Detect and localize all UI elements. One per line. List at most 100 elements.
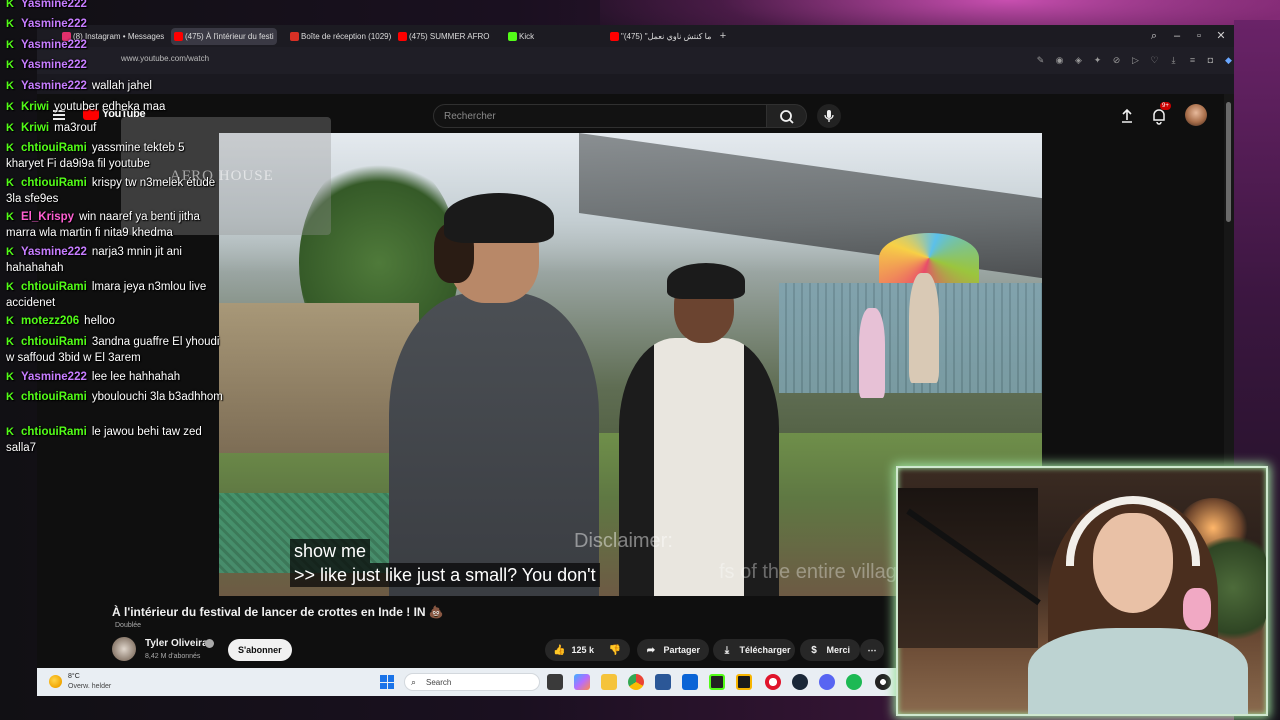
chat-username[interactable]: Yasmine222 <box>21 59 87 71</box>
minimize-icon[interactable]: – <box>1169 28 1185 44</box>
capcut-icon[interactable] <box>736 674 752 690</box>
tab-youtube-arabic[interactable]: "ما كنتش ناوي نعمل" (475) <box>607 28 715 45</box>
search-input[interactable]: Rechercher <box>433 104 767 128</box>
thanks-button[interactable]: $ Merci <box>800 639 860 661</box>
video-title: À l'intérieur du festival de lancer de c… <box>112 605 444 619</box>
chat-username[interactable]: El_Krispy <box>21 211 74 223</box>
subscribe-button[interactable]: S'abonner <box>228 639 292 661</box>
chat-username[interactable]: Kriwi <box>21 101 49 113</box>
chat-username[interactable]: chtiouiRami <box>21 391 87 403</box>
chat-username[interactable]: chtiouiRami <box>21 281 87 293</box>
chat-message: KchtiouiRami yassmine tekteb 5 kharyet Fi… <box>6 140 224 172</box>
kick-badge-icon: K <box>6 101 14 113</box>
kick-app-icon[interactable] <box>709 674 725 690</box>
like-count[interactable]: 125 k <box>572 645 595 655</box>
thumbs-down-icon[interactable]: 👎 <box>609 640 621 662</box>
heart-icon[interactable]: ♡ <box>1149 55 1160 66</box>
task-view-icon[interactable] <box>547 674 563 690</box>
maximize-icon[interactable]: ▫ <box>1191 28 1207 44</box>
thumbs-up-icon[interactable]: 👍 <box>553 640 565 662</box>
chat-message: K Yasmine222 narja3 mnin jit ani hahahahah <box>6 244 224 276</box>
chat-message: Kmotezz206 helloo <box>6 313 224 329</box>
chat-username[interactable]: Yasmine222 <box>21 371 87 383</box>
vpn-icon[interactable]: ◆ <box>1223 55 1234 66</box>
search-tabs-icon[interactable]: ⌕ <box>1146 28 1162 44</box>
file-explorer-icon[interactable] <box>601 674 617 690</box>
subscriber-count: 8,42 M d'abonnés <box>145 653 201 660</box>
tab-youtube-afro[interactable]: (475) SUMMER AFRO <box>395 28 497 45</box>
webcam-shelf <box>898 488 1038 648</box>
video-scene-man-cap <box>389 163 599 596</box>
account-avatar[interactable] <box>1185 104 1207 126</box>
channel-name[interactable]: Tyler Oliveira <box>145 638 208 649</box>
video-scene-girl <box>859 308 885 398</box>
kick-badge-icon: K <box>6 426 14 438</box>
chat-username[interactable]: Yasmine222 <box>21 246 87 258</box>
shield-icon[interactable]: ◈ <box>1073 55 1084 66</box>
share-button[interactable]: ➦ Partager <box>637 639 709 661</box>
download-icon[interactable]: ⤓ <box>1168 55 1179 66</box>
notification-badge: 9+ <box>1160 102 1171 110</box>
chat-username[interactable]: chtiouiRami <box>21 142 87 154</box>
kick-badge-icon: K <box>6 371 14 383</box>
opera-icon[interactable] <box>765 674 781 690</box>
kick-badge-icon: K <box>6 315 14 327</box>
microphone-icon <box>1183 588 1211 630</box>
chat-message: K Kriwi ma3rouf <box>6 120 224 136</box>
plus-icon[interactable]: + <box>715 28 731 44</box>
more-actions-button[interactable]: ⋯ <box>860 639 884 661</box>
channel-avatar[interactable] <box>112 637 136 661</box>
chat-username[interactable]: chtiouiRami <box>21 177 87 189</box>
upload-icon <box>1122 108 1132 123</box>
chrome-icon[interactable] <box>628 674 644 690</box>
store-icon[interactable] <box>655 674 671 690</box>
discord-icon[interactable] <box>819 674 835 690</box>
kick-badge-icon: K <box>6 391 14 403</box>
download-button[interactable]: ⤓ Télécharger <box>713 639 795 661</box>
chat-username[interactable]: Yasmine222 <box>21 0 87 10</box>
camera-icon[interactable]: ◉ <box>1054 55 1065 66</box>
chat-message: KchtiouiRami le jawou behi taw zed salla7 <box>6 424 224 456</box>
windows-start-icon[interactable] <box>380 675 394 689</box>
chat-message: K Kriwi youtuber edheka maa <box>6 99 224 115</box>
play-icon[interactable]: ▷ <box>1130 55 1141 66</box>
chat-username[interactable]: Yasmine222 <box>21 18 87 30</box>
spotify-icon[interactable] <box>846 674 862 690</box>
chat-username[interactable]: Yasmine222 <box>21 39 87 51</box>
steam-icon[interactable] <box>792 674 808 690</box>
weather-description[interactable]: Overw. helder <box>68 683 111 690</box>
close-icon[interactable]: ✕ <box>1213 28 1229 44</box>
youtube-icon <box>610 32 619 41</box>
taskbar-search[interactable]: ⌕ Search <box>404 673 540 691</box>
chat-username[interactable]: Kriwi <box>21 122 49 134</box>
chat-username[interactable]: Yasmine222 <box>21 80 87 92</box>
weather-temperature[interactable]: 8°C <box>68 673 80 680</box>
kick-badge-icon: K <box>6 80 14 92</box>
thanks-icon: $ <box>811 645 817 656</box>
wallet-icon[interactable]: ◘ <box>1205 55 1216 66</box>
menu-icon[interactable]: ≡ <box>1187 55 1198 66</box>
tab-gmail[interactable]: Boîte de réception (1029) <box>287 28 392 45</box>
voice-search-button[interactable] <box>817 104 841 128</box>
ad-block-icon[interactable]: ⊘ <box>1111 55 1122 66</box>
chat-username[interactable]: chtiouiRami <box>21 426 87 438</box>
scrollbar-thumb[interactable] <box>1226 102 1231 222</box>
tab-kick[interactable]: Kick <box>505 28 595 45</box>
search-button[interactable] <box>767 104 807 128</box>
upload-button[interactable] <box>1117 106 1137 126</box>
obs-icon[interactable] <box>875 674 891 690</box>
weather-icon[interactable] <box>49 675 62 688</box>
chat-text: helloo <box>84 315 115 327</box>
kick-badge-icon: K <box>6 211 14 223</box>
copilot-icon[interactable] <box>574 674 590 690</box>
verified-icon <box>205 639 214 648</box>
gmail-icon <box>290 32 299 41</box>
chat-message: K Yasmine222 <box>6 37 224 53</box>
chat-username[interactable]: motezz206 <box>21 315 79 327</box>
chat-message: KchtiouiRami 3andna guaffre El yhoudi w s… <box>6 334 224 366</box>
download-icon: ⤓ <box>724 645 730 656</box>
extension-icon[interactable]: ✦ <box>1092 55 1103 66</box>
outlook-icon[interactable] <box>682 674 698 690</box>
edit-icon[interactable]: ✎ <box>1035 55 1046 66</box>
chat-username[interactable]: chtiouiRami <box>21 336 87 348</box>
